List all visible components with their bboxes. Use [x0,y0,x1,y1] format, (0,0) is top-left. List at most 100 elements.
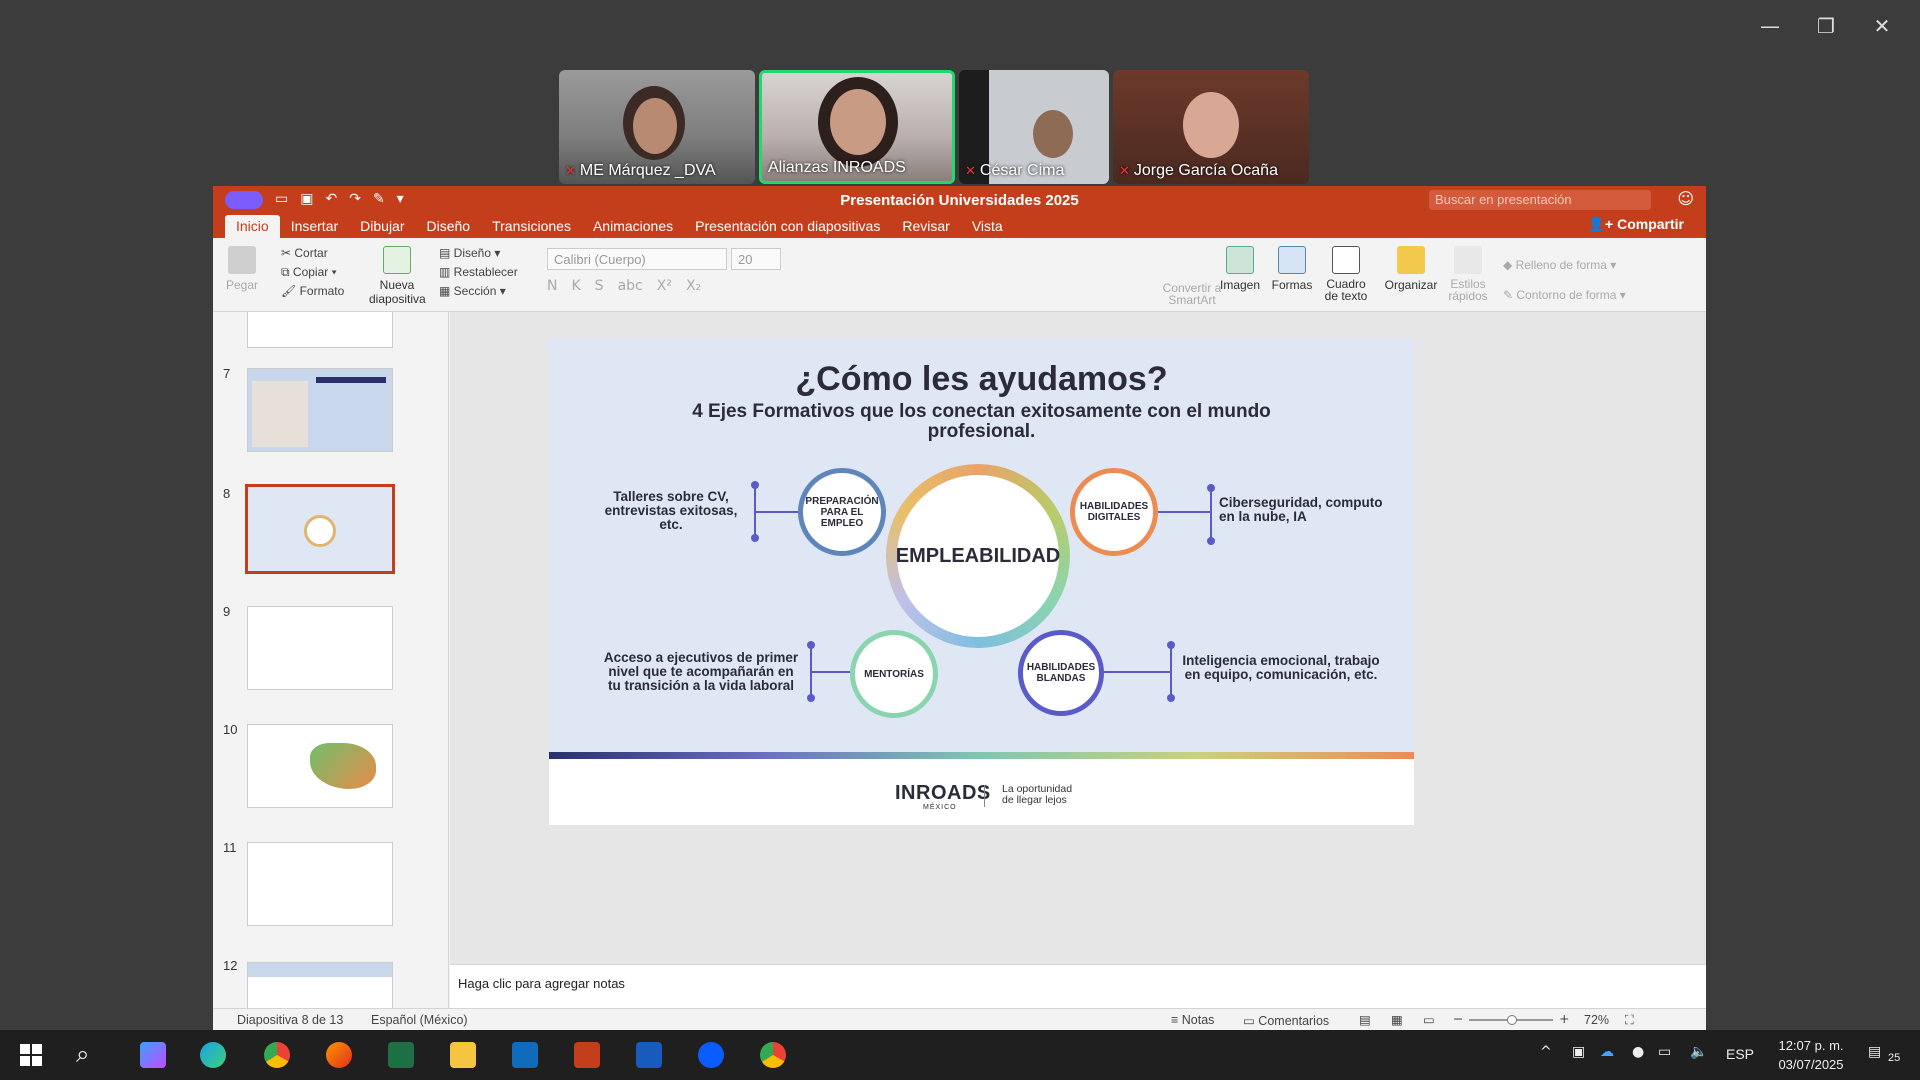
zoom-icon[interactable] [698,1042,724,1068]
circle-habilidades-digitales[interactable]: HABILIDADES DIGITALES [1070,468,1158,556]
tab-inicio[interactable]: Inicio [225,215,280,238]
participant-tile-active[interactable]: Alianzas INROADS [759,70,955,184]
slide-thumbnail[interactable] [247,842,393,926]
text-acceso[interactable]: Acceso a ejecutivos de primer nivel que … [601,651,801,693]
shape-fill-button[interactable]: ◆ Relleno de forma ▾ [1503,250,1626,280]
slide-thumbnail[interactable] [247,962,393,1010]
tab-animaciones[interactable]: Animaciones [582,218,684,238]
outlook-icon[interactable] [512,1042,538,1068]
tab-presentacion[interactable]: Presentación con diapositivas [684,218,891,238]
word-icon[interactable] [636,1042,662,1068]
notes-pane[interactable]: Haga clic para agregar notas [450,964,1706,1008]
slide-thumbnail-selected[interactable] [245,484,395,574]
save-icon[interactable]: ▣ [300,191,313,209]
slide-subtitle[interactable]: 4 Ejes Formativos que los conectan exito… [669,402,1294,442]
presenter-view-icon[interactable]: ▭ [1423,1012,1435,1027]
participant-tile[interactable]: ✕ César Cima [959,70,1109,184]
close-button[interactable]: ✕ [1854,10,1910,42]
reset-button[interactable]: ▥ Restablecer [439,263,518,282]
slide-thumbnail[interactable] [247,606,393,690]
italic-icon[interactable]: K [571,278,580,294]
participant-tile[interactable]: ✕ ME Márquez _DVA [559,70,755,184]
shape-outline-button[interactable]: ✎ Contorno de forma ▾ [1503,280,1626,310]
image-button[interactable]: Imagen [1219,246,1261,292]
bold-icon[interactable]: N [547,278,557,294]
feedback-icon[interactable]: ☺ [1677,189,1694,208]
edge-icon[interactable] [200,1042,226,1068]
file-explorer-icon[interactable] [450,1042,476,1068]
new-slide-button[interactable]: Nueva diapositiva [369,246,426,306]
search-icon[interactable]: ⌕ [76,1040,89,1068]
slide-thumbnail[interactable] [247,312,393,348]
zoom-slider-thumb[interactable] [1507,1015,1517,1025]
onedrive-icon[interactable]: ☁ [1600,1044,1614,1060]
comments-toggle[interactable]: ▭ Comentarios [1243,1013,1329,1028]
center-circle[interactable]: EMPLEABILIDAD [896,475,1060,637]
subscript-icon[interactable]: X₂ [686,278,701,294]
minimize-button[interactable]: — [1742,10,1798,42]
language-indicator[interactable]: ESP [1726,1046,1754,1062]
copilot-icon[interactable] [140,1042,166,1068]
slide-sorter-icon[interactable]: ▦ [1391,1012,1403,1027]
quick-styles-button[interactable]: Estilos rápidos [1445,246,1491,302]
convert-smartart-button[interactable]: Convertir a SmartArt [1157,282,1227,306]
slide-thumbnail[interactable] [247,368,393,452]
underline-icon[interactable]: S [595,278,604,294]
tab-revisar[interactable]: Revisar [891,218,960,238]
slide-title[interactable]: ¿Cómo les ayudamos? [549,360,1414,399]
text-talleres[interactable]: Talleres sobre CV, entrevistas exitosas,… [593,490,749,532]
section-button[interactable]: ▦ Sección ▾ [439,282,518,301]
volume-icon[interactable]: 🔈 [1690,1044,1707,1060]
strikethrough-icon[interactable]: abc [618,278,643,294]
notes-toggle[interactable]: ≡ Notas [1171,1013,1214,1027]
tray-overflow-icon[interactable]: ^ [1540,1044,1552,1060]
font-family-select[interactable]: Calibri (Cuerpo) [547,248,727,270]
slide-thumbnail[interactable] [247,724,393,808]
participant-tile[interactable]: ✕ Jorge García Ocaña [1113,70,1309,184]
zoom-in-icon[interactable]: + [1559,1011,1569,1026]
customize-icon[interactable]: ▾ [397,191,404,209]
notifications-icon[interactable]: ▤ [1868,1044,1881,1060]
clock[interactable]: 12:07 p. m. 03/07/2025 [1770,1036,1852,1074]
fit-slide-icon[interactable]: ⛶ [1625,1012,1634,1028]
tab-diseno[interactable]: Diseño [416,218,482,238]
zoom-out-icon[interactable]: − [1453,1011,1463,1026]
arrange-button[interactable]: Organizar [1383,246,1439,292]
zoom-level[interactable]: 72% [1584,1013,1609,1027]
sidebar-toggle-icon[interactable] [225,191,263,209]
shapes-button[interactable]: Formas [1271,246,1313,292]
format-painter-button[interactable]: 🖌 Formato [281,282,344,301]
slide[interactable]: ¿Cómo les ayudamos? 4 Ejes Formativos qu… [549,338,1414,825]
textbox-button[interactable]: Cuadro de texto [1321,246,1371,302]
start-icon[interactable] [20,1044,42,1066]
language-status[interactable]: Español (México) [371,1013,468,1027]
firefox-icon[interactable] [326,1042,352,1068]
excel-icon[interactable] [388,1042,414,1068]
circle-habilidades-blandas[interactable]: HABILIDADES BLANDAS [1018,630,1104,716]
circle-mentorias[interactable]: MENTORÍAS [850,630,938,718]
layout-button[interactable]: ▤ Diseño ▾ [439,244,518,263]
slides-icon[interactable]: ▭ [275,191,288,209]
powerpoint-icon[interactable] [574,1042,600,1068]
redo-icon[interactable]: ↷ [349,191,361,209]
superscript-icon[interactable]: X² [657,278,672,294]
cut-button[interactable]: ✂ Cortar [281,244,344,263]
tab-dibujar[interactable]: Dibujar [349,218,415,238]
network-icon[interactable]: ▭ [1658,1044,1671,1060]
normal-view-icon[interactable]: ▤ [1359,1012,1371,1027]
restore-button[interactable]: ❐ [1798,10,1854,42]
share-button[interactable]: 👤+ Compartir [1588,216,1684,233]
chrome-icon[interactable] [264,1042,290,1068]
tab-vista[interactable]: Vista [961,218,1014,238]
microphone-icon[interactable]: ● [1632,1044,1644,1060]
draw-icon[interactable]: ✎ [373,191,385,209]
tab-transiciones[interactable]: Transiciones [481,218,582,238]
text-inteligencia[interactable]: Inteligencia emocional, trabajo en equip… [1181,654,1381,682]
tab-insertar[interactable]: Insertar [280,218,349,238]
undo-icon[interactable]: ↶ [325,191,337,209]
font-size-select[interactable]: 20 [731,248,781,270]
circle-preparacion[interactable]: PREPARACIÓN PARA EL EMPLEO [798,468,886,556]
slide-canvas[interactable]: ¿Cómo les ayudamos? 4 Ejes Formativos qu… [450,312,1706,964]
search-input[interactable]: Buscar en presentación [1429,190,1651,210]
camera-icon[interactable]: ▣ [1572,1044,1585,1060]
